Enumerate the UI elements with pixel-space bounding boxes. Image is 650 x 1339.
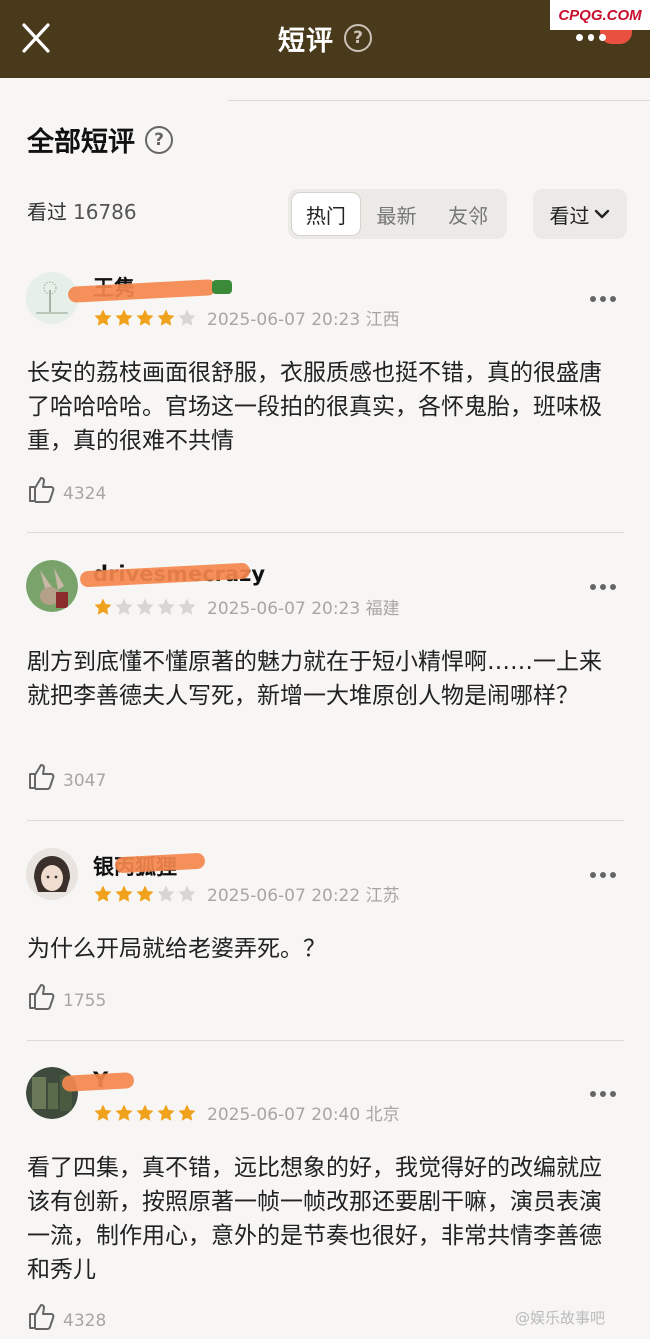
review-text: 剧方到底懂不懂原著的魅力就在于短小精悍啊……一上来就把李善德夫人写死，新增一大堆… [27,649,602,709]
review-text: 为什么开局就给老婆弄死。？ [27,936,326,962]
like-button[interactable]: 3047 [27,761,106,791]
emoji-icon [212,280,232,294]
chevron-down-icon [594,209,609,219]
review-time: 2025-06-07 20:40 北京 [207,1105,400,1125]
watched-label: 看过 [27,200,67,224]
rating-stars [93,597,197,617]
star-filled-icon [115,309,133,326]
star-empty-icon [136,598,154,615]
star-filled-icon [94,1104,112,1121]
star-filled-icon [157,309,175,326]
review-more-icon[interactable] [590,289,618,309]
like-count: 1755 [63,991,107,1011]
review-meta: 2025-06-07 20:23 福建 [93,594,400,619]
like-button[interactable]: 4324 [27,474,106,504]
section-title: 全部短评 [27,127,135,158]
filter-dropdown[interactable]: 看过 [533,189,627,239]
avatar[interactable] [26,848,78,900]
watched-count: 看过 16786 [27,196,137,225]
watermark-logo: CPQG.COM [550,0,650,30]
section-header: 全部短评 ? [27,120,173,159]
divider [228,100,650,101]
star-empty-icon [157,885,175,902]
review-time: 2025-06-07 20:23 江西 [207,310,400,330]
like-count: 3047 [63,771,107,791]
review-text: 长安的荔枝画面很舒服，衣服质感也挺不错，真的很盛唐了哈哈哈哈。官场这一段拍的很真… [27,360,602,454]
star-filled-icon [94,598,112,615]
thumbs-up-icon [29,1304,55,1330]
star-filled-icon [94,309,112,326]
review-text: 看了四集，真不错，远比想象的好，我觉得好的改编就应该有创新，按照原著一帧一帧改那… [27,1155,602,1283]
thumbs-up-icon [29,764,55,790]
star-filled-icon [157,1104,175,1121]
star-empty-icon [115,598,133,615]
star-filled-icon [115,885,133,902]
filter-label: 看过 [549,203,590,228]
review-meta: 2025-06-07 20:23 江西 [93,305,400,330]
page-title: 短评 [278,25,334,57]
star-empty-icon [157,598,175,615]
tab-hot[interactable]: 热门 [291,192,361,236]
tab-friends[interactable]: 友邻 [432,192,504,236]
thumbs-up-icon [29,984,55,1010]
review-time: 2025-06-07 20:22 江苏 [207,886,400,906]
star-filled-icon [136,309,154,326]
like-count: 4324 [63,484,107,504]
sort-tabs: 热门 最新 友邻 [288,189,507,239]
divider [27,1040,624,1041]
more-icon[interactable] [576,30,607,44]
star-filled-icon [136,885,154,902]
like-button[interactable]: 1755 [27,981,106,1011]
review-more-icon[interactable] [590,1084,618,1104]
help-icon[interactable]: ? [344,24,372,52]
watched-number: 16786 [73,200,137,224]
star-filled-icon [115,1104,133,1121]
star-empty-icon [178,309,196,326]
review-more-icon[interactable] [590,865,618,885]
like-count: 4328 [63,1311,107,1331]
rating-stars [93,1103,197,1123]
section-help-icon[interactable]: ? [145,125,173,154]
divider [27,532,624,533]
thumbs-up-icon [29,477,55,503]
review-time: 2025-06-07 20:23 福建 [207,599,400,619]
review-meta: 2025-06-07 20:40 北京 [93,1100,400,1125]
avatar[interactable] [26,560,78,612]
star-empty-icon [178,598,196,615]
watermark-bottom: @娱乐故事吧 [515,1309,606,1327]
tab-latest[interactable]: 最新 [361,192,433,236]
rating-stars [93,884,197,904]
review-more-icon[interactable] [590,577,618,597]
star-empty-icon [178,885,196,902]
like-button[interactable]: 4328 [27,1301,106,1331]
rating-stars [93,308,197,328]
divider [27,820,624,821]
review-meta: 2025-06-07 20:22 江苏 [93,881,400,906]
star-filled-icon [178,1104,196,1121]
star-filled-icon [136,1104,154,1121]
star-filled-icon [94,885,112,902]
